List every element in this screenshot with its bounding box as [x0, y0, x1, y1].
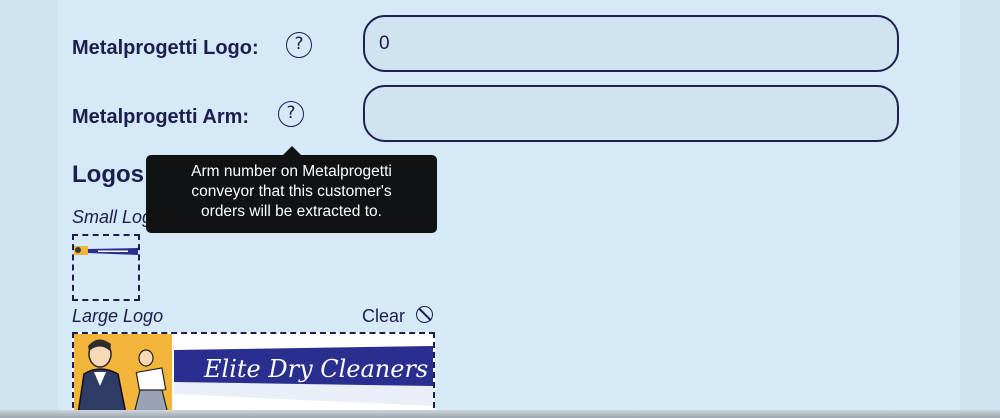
window-bottom-edge — [0, 410, 1000, 418]
small-logo-image — [74, 246, 138, 255]
tooltip-line: Arm number on Metalprogetti — [191, 163, 392, 180]
large-logo-dropzone[interactable]: Elite Dry Cleaners — [72, 332, 435, 418]
metalprogetti-logo-input[interactable] — [363, 15, 899, 72]
help-question-icon[interactable]: ? — [286, 32, 312, 58]
tooltip-arrow — [283, 146, 301, 155]
help-question-icon[interactable]: ? — [278, 101, 304, 127]
large-logo-label: Large Logo — [72, 306, 164, 326]
large-logo-text: Elite Dry Cleaners — [204, 355, 429, 383]
small-logo-dropzone[interactable] — [72, 234, 140, 301]
clear-icon[interactable] — [416, 306, 433, 323]
metalprogetti-arm-input[interactable] — [363, 85, 899, 142]
logos-section-title: Logos — [72, 161, 144, 188]
clear-button[interactable]: Clear — [362, 306, 405, 327]
tooltip-line: orders will be extracted to. — [201, 203, 382, 220]
tooltip-line: conveyor that this customer's — [191, 183, 392, 200]
left-gutter — [0, 0, 58, 418]
metalprogetti-arm-label: Metalprogetti Arm: — [72, 106, 250, 128]
right-gutter — [960, 0, 1000, 418]
metalprogetti-logo-label: Metalprogetti Logo: — [72, 37, 259, 59]
arm-help-tooltip: Arm number on Metalprogetti conveyor tha… — [146, 155, 437, 233]
